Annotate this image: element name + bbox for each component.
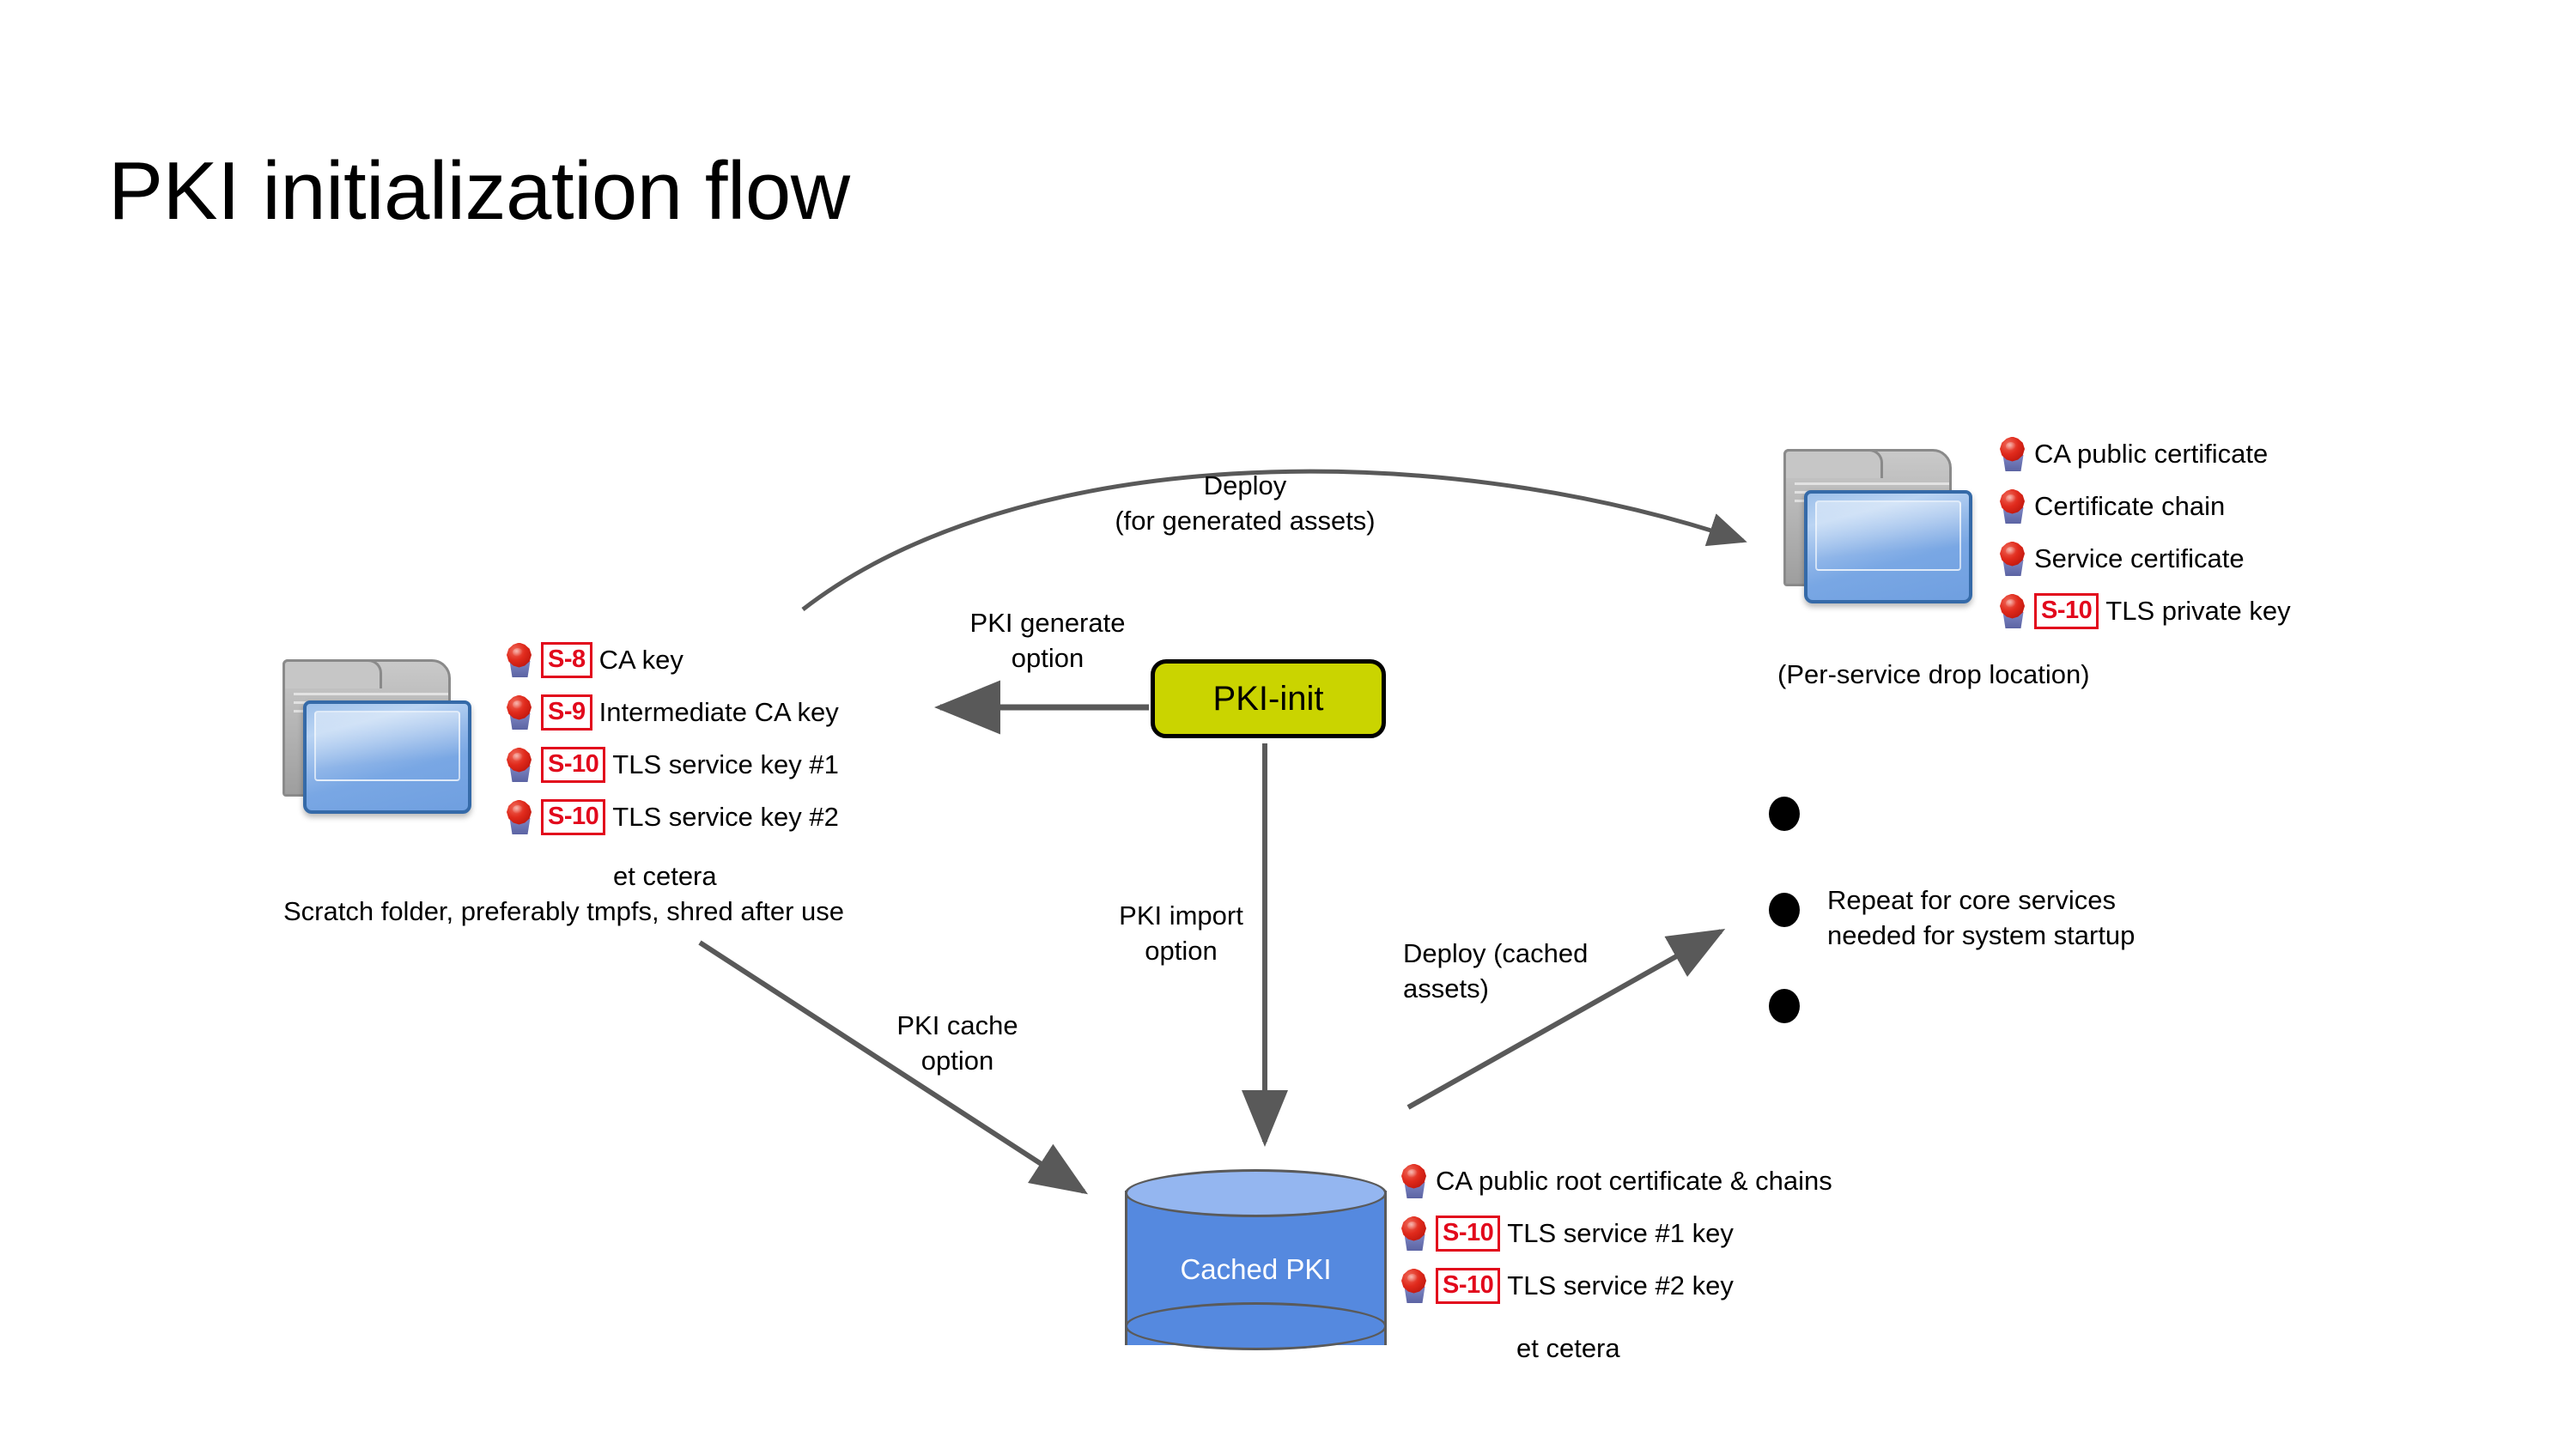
edge-label-pki-generate-line1: PKI generate [969, 608, 1126, 638]
cached-pki-etcetera: et cetera [1516, 1333, 1620, 1363]
asset-label: CA key [598, 644, 683, 675]
wax-seal-icon [1998, 488, 2027, 524]
list-item: Service certificate [1998, 532, 2291, 585]
list-item: Certificate chain [1998, 480, 2291, 532]
edge-label-pki-import-line1: PKI import [1119, 900, 1243, 931]
cached-pki-node[interactable]: Cached PKI [1125, 1169, 1387, 1367]
wax-seal-icon [1998, 541, 2027, 576]
status-badge: S-10 [1436, 1267, 1501, 1304]
wax-seal-icon [1998, 593, 2027, 628]
wax-seal-icon [505, 694, 534, 730]
asset-label: Service certificate [2034, 543, 2245, 573]
edge-label-deploy-generated-line1: Deploy [1203, 470, 1287, 500]
asset-label: TLS service key #2 [612, 801, 839, 832]
list-item: S-8 CA key [505, 634, 839, 686]
status-badge: S-9 [541, 694, 592, 731]
status-badge: S-10 [2034, 592, 2099, 629]
bullet-dot-1 [1769, 797, 1800, 831]
list-item: S-10 TLS service key #2 [505, 791, 839, 843]
asset-label: TLS private key [2105, 595, 2291, 626]
status-badge: S-8 [541, 641, 592, 678]
edge-label-pki-cache-line1: PKI cache [896, 1010, 1018, 1040]
asset-label: CA public certificate [2034, 438, 2269, 469]
cylinder-bottom [1125, 1302, 1387, 1350]
bullet-dot-3 [1769, 989, 1800, 1023]
repeat-note-line2: needed for system startup [1827, 920, 2136, 950]
edge-label-pki-generate-line2: option [1011, 643, 1084, 673]
bullet-dot-2 [1769, 893, 1800, 927]
status-badge: S-10 [1436, 1215, 1501, 1252]
list-item: CA public certificate [1998, 427, 2291, 480]
folder-tab [283, 659, 382, 688]
cached-pki-asset-list: CA public root certificate & chains S-10… [1400, 1155, 1832, 1312]
edge-label-deploy-cached-line2: assets) [1403, 973, 1489, 1003]
status-badge: S-10 [541, 746, 606, 783]
edge-label-pki-import-line2: option [1145, 936, 1218, 966]
status-badge: S-10 [541, 798, 606, 835]
drop-folder-icon [1780, 444, 1978, 615]
list-item: CA public root certificate & chains [1400, 1155, 1832, 1207]
pki-init-node[interactable]: PKI-init [1151, 659, 1386, 738]
list-item: S-10 TLS service key #1 [505, 738, 839, 791]
asset-label: CA public root certificate & chains [1436, 1165, 1832, 1196]
folder-front [303, 700, 471, 814]
drop-folder-caption: (Per-service drop location) [1777, 659, 2090, 689]
pki-init-label: PKI-init [1212, 679, 1324, 718]
list-item: S-10 TLS service #2 key [1400, 1259, 1832, 1312]
slide-canvas: PKI initialization flow S-8 CA key S-9 I… [0, 0, 2576, 1449]
wax-seal-icon [505, 642, 534, 677]
list-item: S-10 TLS service #1 key [1400, 1207, 1832, 1259]
asset-label: Certificate chain [2034, 490, 2226, 521]
wax-seal-icon [1998, 436, 2027, 471]
wax-seal-icon [505, 747, 534, 782]
cylinder-top [1125, 1169, 1387, 1217]
page-title: PKI initialization flow [108, 145, 850, 237]
edge-label-pki-cache-line2: option [920, 1046, 994, 1076]
repeat-note-line1: Repeat for core services [1827, 885, 2116, 915]
list-item: S-10 TLS private key [1998, 585, 2291, 637]
asset-label: Intermediate CA key [598, 696, 839, 727]
cached-pki-label: Cached PKI [1180, 1253, 1332, 1285]
scratch-folder-icon [279, 654, 477, 826]
folder-front [1804, 490, 1972, 603]
scratch-folder-caption: Scratch folder, preferably tmpfs, shred … [283, 896, 845, 926]
asset-label: TLS service #2 key [1507, 1270, 1734, 1300]
asset-label: TLS service #1 key [1507, 1217, 1734, 1248]
edge-label-deploy-generated-line2: (for generated assets) [1115, 506, 1376, 536]
drop-folder-asset-list: CA public certificate Certificate chain … [1998, 427, 2291, 637]
list-item: S-9 Intermediate CA key [505, 686, 839, 738]
scratch-folder-asset-list: S-8 CA key S-9 Intermediate CA key S-10 … [505, 634, 839, 843]
wax-seal-icon [1400, 1163, 1429, 1198]
wax-seal-icon [1400, 1216, 1429, 1251]
wax-seal-icon [1400, 1268, 1429, 1303]
folder-tab [1783, 449, 1883, 478]
scratch-folder-etcetera: et cetera [613, 861, 717, 891]
wax-seal-icon [505, 799, 534, 834]
edge-label-deploy-cached-line1: Deploy (cached [1403, 938, 1589, 968]
asset-label: TLS service key #1 [612, 749, 839, 779]
